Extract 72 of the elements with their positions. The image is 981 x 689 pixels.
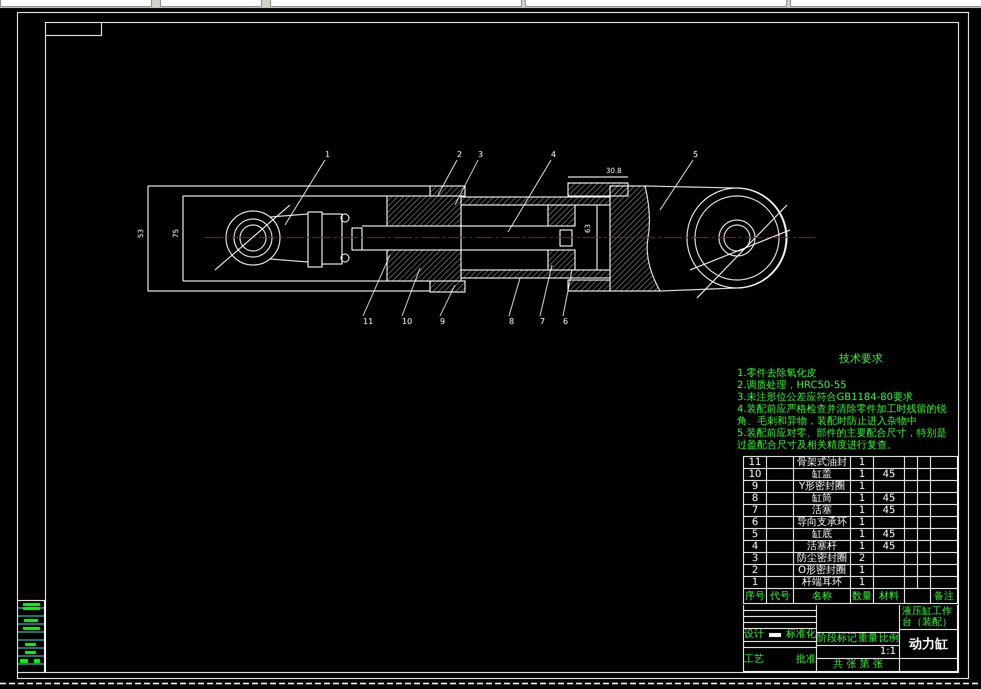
table-cell: 45	[882, 469, 896, 480]
part-number: 11	[363, 317, 374, 326]
table-cell: 7	[744, 504, 766, 516]
table-cell: 骨架式油封	[794, 456, 850, 468]
title-block-label: 比例	[879, 633, 899, 645]
table-cell: 1	[850, 576, 874, 588]
project-name: 液压缸工作台（装配）	[900, 605, 957, 630]
table-cell: 杆端耳环	[794, 576, 850, 588]
scale-value: 1:1	[880, 646, 897, 658]
table-cell: 1	[850, 540, 874, 552]
table-cell: 活塞杆	[794, 540, 850, 552]
part-number: 2	[457, 150, 462, 159]
table-cell: 2	[850, 552, 874, 564]
part-number: 10	[402, 317, 412, 326]
table-cell: 11	[744, 456, 766, 468]
table-cell: 45	[882, 505, 896, 516]
table-cell: 45	[882, 529, 896, 540]
part-number: 9	[440, 317, 446, 326]
table-cell: 1	[850, 468, 874, 480]
part-number: 6	[563, 317, 568, 326]
table-cell: 1	[850, 492, 874, 504]
sheet-count: 共 张 第 张	[832, 659, 884, 671]
table-cell: 1	[850, 564, 874, 576]
signer-label: 工艺	[744, 654, 764, 666]
requirements-title: 技术要求	[838, 353, 884, 365]
table-cell: 4	[744, 540, 766, 552]
column-header: 备注	[930, 588, 958, 604]
table-cell: 6	[744, 516, 766, 528]
table-cell: 活塞	[794, 504, 850, 516]
requirement-text: 1.零件去除氧化皮	[737, 368, 818, 380]
title-block-label: 重量	[858, 633, 878, 645]
signer-label: 设计	[744, 629, 764, 641]
table-cell: 1	[850, 504, 874, 516]
part-number: 5	[693, 150, 698, 159]
signer-label: 标准化	[786, 629, 816, 641]
requirement-text: 3.未注形位公差应符合GB1184-80要求	[737, 392, 914, 404]
title-block-label: 阶段标记	[817, 633, 857, 645]
table-cell: O形密封圈	[794, 564, 850, 576]
table-cell: 防尘密封圈	[794, 552, 850, 564]
column-header: 序号	[744, 588, 766, 604]
table-cell: Y形密封圈	[794, 480, 850, 492]
table-cell: 导向支承环	[794, 516, 850, 528]
table-cell: 10	[744, 468, 766, 480]
part-number: 3	[478, 150, 484, 159]
requirement-text: 2.调质处理，HRC50-55	[737, 380, 848, 392]
table-cell: 1	[744, 576, 766, 588]
part-number: 1	[325, 150, 330, 159]
table-cell: 45	[882, 493, 896, 504]
table-cell: 2	[744, 564, 766, 576]
table-cell: 45	[882, 541, 896, 552]
table-cell: 缸筒	[794, 492, 850, 504]
column-header: 材料	[874, 588, 904, 604]
table-cell: 1	[850, 528, 874, 540]
table-cell: 1	[850, 480, 874, 492]
drawing-name: 动力缸	[909, 636, 948, 653]
table-cell: 1	[850, 456, 874, 468]
column-header: 名称	[794, 588, 850, 604]
table-cell: 缸盖	[794, 468, 850, 480]
table-cell: 8	[744, 492, 766, 504]
part-number: 7	[540, 317, 546, 326]
part-number: 8	[509, 317, 514, 326]
table-cell: 1	[850, 516, 874, 528]
table-cell: 5	[744, 528, 766, 540]
requirement-text: 4.装配前应严格检查并清除零件加工时残留的锐角、毛刺和异物，装配时防止进入杂物中	[737, 404, 948, 428]
table-cell: 缸底	[794, 528, 850, 540]
column-header: 代号	[766, 588, 794, 604]
column-header: 数量	[850, 588, 874, 604]
signer-label: 批准	[796, 654, 816, 666]
part-number: 4	[551, 150, 556, 159]
requirement-text: 5.装配前应对零、部件的主要配合尺寸，特别是过盈配合尺寸及相关精度进行复查。	[737, 428, 948, 452]
table-cell: 3	[744, 552, 766, 564]
table-cell: 9	[744, 480, 766, 492]
